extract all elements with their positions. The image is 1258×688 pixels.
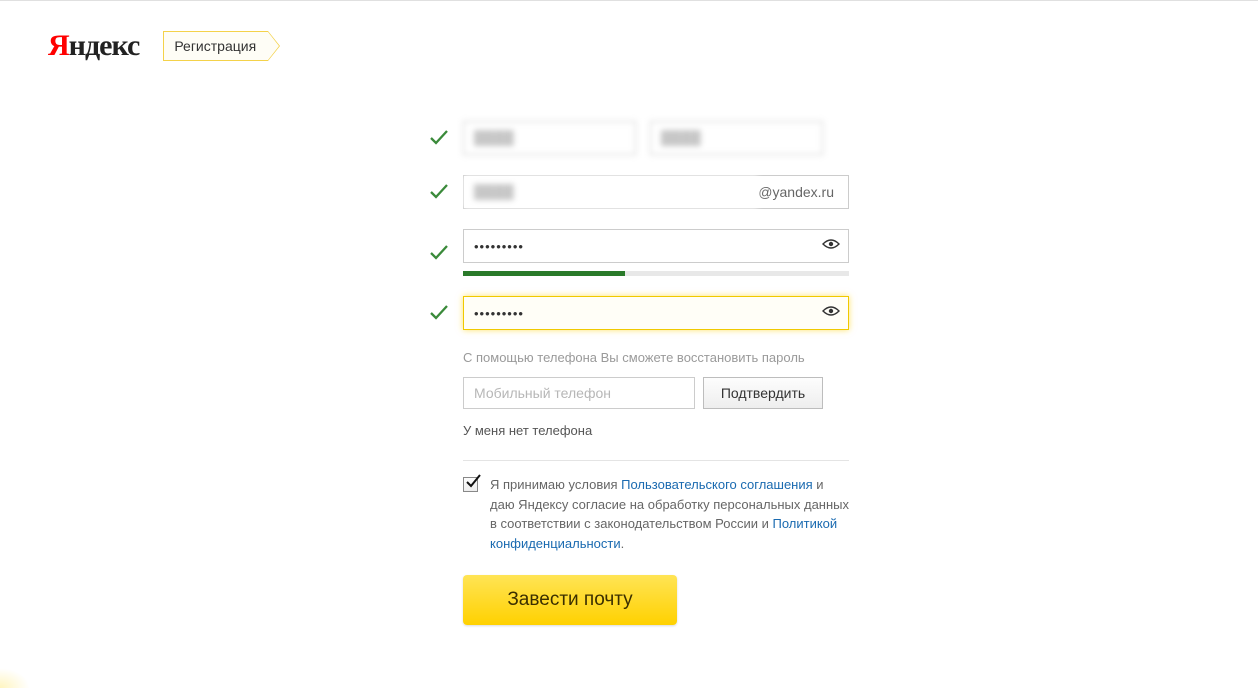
eye-icon: [822, 237, 840, 255]
login-input-wrap: @yandex.ru: [463, 175, 849, 209]
registration-label: Регистрация: [163, 31, 268, 61]
password-confirm-input[interactable]: [464, 297, 814, 329]
terms-block: Я принимаю условия Пользовательского сог…: [463, 475, 849, 553]
registration-breadcrumb: Регистрация: [163, 31, 280, 61]
logo-rest: ндекс: [69, 29, 140, 62]
create-mail-button[interactable]: Завести почту: [463, 575, 677, 625]
phone-help-text: С помощью телефона Вы сможете восстанови…: [463, 350, 849, 365]
check-icon: [429, 304, 449, 322]
password-row: [429, 229, 849, 276]
toggle-password-visibility-button[interactable]: [814, 297, 848, 329]
password-confirm-row: [429, 296, 849, 330]
section-divider: [463, 460, 849, 461]
confirm-phone-button[interactable]: Подтвердить: [703, 377, 823, 409]
password-input[interactable]: [464, 230, 814, 262]
check-icon: [429, 244, 449, 262]
password-input-wrap: [463, 229, 849, 263]
last-name-input[interactable]: [650, 121, 823, 155]
phone-input[interactable]: [463, 377, 695, 409]
corner-decoration: [0, 668, 30, 688]
yandex-logo[interactable]: Яндекс: [48, 29, 139, 63]
name-row: [429, 121, 849, 155]
breadcrumb-arrow-icon: [268, 31, 280, 61]
terms-checkbox[interactable]: [463, 477, 478, 492]
logo-ya-letter: Я: [48, 29, 69, 62]
login-domain-suffix: @yandex.ru: [758, 184, 848, 200]
terms-prefix: Я принимаю условия: [490, 477, 621, 492]
phone-section: С помощью телефона Вы сможете восстанови…: [463, 350, 849, 438]
login-input[interactable]: [464, 176, 758, 208]
terms-suffix: .: [621, 536, 625, 551]
first-name-input[interactable]: [463, 121, 636, 155]
toggle-password-visibility-button[interactable]: [814, 230, 848, 262]
password-strength-fill: [463, 271, 625, 276]
check-icon: [429, 183, 449, 201]
terms-text: Я принимаю условия Пользовательского сог…: [490, 475, 849, 553]
registration-form: @yandex.ru: [429, 121, 849, 625]
check-icon: [429, 129, 449, 147]
login-row: @yandex.ru: [429, 175, 849, 209]
no-phone-link[interactable]: У меня нет телефона: [463, 423, 849, 438]
page-header: Яндекс Регистрация: [0, 1, 1258, 63]
password-confirm-input-wrap: [463, 296, 849, 330]
password-strength-meter: [463, 271, 849, 276]
eye-icon: [822, 304, 840, 322]
user-agreement-link[interactable]: Пользовательского соглашения: [621, 477, 813, 492]
